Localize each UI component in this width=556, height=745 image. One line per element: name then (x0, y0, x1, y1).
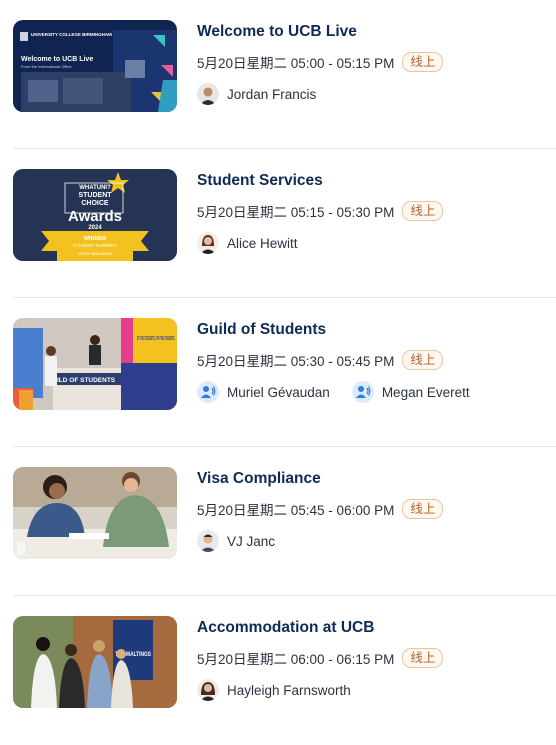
thumb-banner1: WINNER (84, 236, 106, 242)
speaker[interactable]: VJ Janc (197, 530, 275, 552)
session-list: UNIVERSITY COLLEGE BIRMINGHAM Welcome to… (0, 0, 556, 745)
thumb-poster: BY THE STUDENTS, FOR THE STUDENTS. (137, 336, 175, 342)
speaker-name: Jordan Francis (227, 86, 317, 102)
speaker-name: VJ Janc (227, 533, 276, 549)
session-time: 5月20日星期二 05:00 - 05:15 PM (197, 56, 395, 71)
session-title[interactable]: Accommodation at UCB (197, 618, 546, 638)
session-title[interactable]: Student Services (197, 171, 546, 191)
online-badge: 线上 (402, 648, 444, 668)
speaker[interactable]: Megan Everett (351, 381, 470, 403)
thumb-top-text: WHATUNI? (79, 185, 111, 191)
session-time: 5月20日星期二 05:15 - 05:30 PM (197, 205, 395, 220)
speaker-avatar (197, 679, 219, 701)
speaker-name: Muriel Gévaudan (227, 384, 330, 400)
thumb-sign: ILD OF STUDENTS (57, 377, 116, 384)
session-thumbnail[interactable]: ILD OF STUDENTS BY THE STUDENTS, FOR THE… (13, 318, 177, 410)
session-thumbnail[interactable]: UNIVERSITY COLLEGE BIRMINGHAM Welcome to… (13, 20, 177, 112)
thumb-line2: STUDENT (78, 192, 112, 199)
session-item[interactable]: Visa Compliance 5月20日星期二 05:45 - 06:00 P… (0, 447, 556, 596)
thumb-banner2: STUDENT SUPPORT (73, 243, 117, 248)
online-badge: 线上 (402, 201, 444, 221)
thumb-line3: CHOICE (81, 200, 109, 207)
thumb-logo-text: UNIVERSITY COLLEGE BIRMINGHAM (31, 32, 112, 37)
session-item[interactable]: ILD OF STUDENTS BY THE STUDENTS, FOR THE… (0, 298, 556, 447)
session-item[interactable]: WHATUNI? STUDENT CHOICE Awards 2024 WINN… (0, 149, 556, 298)
speaker-avatar (197, 530, 219, 552)
thumb-subline: From the International Office (21, 64, 72, 69)
speaker-avatar (197, 83, 219, 105)
thumb-banner3: WEST MIDLANDS (78, 251, 112, 256)
session-title[interactable]: Welcome to UCB Live (197, 22, 546, 42)
speaker-name: Megan Everett (381, 384, 470, 400)
speaker-voice-icon (351, 381, 374, 403)
speaker-avatar (197, 232, 219, 254)
session-time: 5月20日星期二 06:00 - 06:15 PM (197, 652, 395, 667)
speaker[interactable]: Hayleigh Farnsworth (197, 679, 351, 701)
session-thumbnail[interactable]: WHATUNI? STUDENT CHOICE Awards 2024 WINN… (13, 169, 177, 261)
session-title[interactable]: Visa Compliance (197, 469, 546, 489)
thumb-big-text: Awards (68, 208, 122, 225)
session-item[interactable]: UNIVERSITY COLLEGE BIRMINGHAM Welcome to… (0, 0, 556, 149)
speaker-name: Alice Hewitt (227, 235, 298, 251)
online-badge: 线上 (402, 350, 444, 370)
speaker-voice-icon (197, 381, 219, 403)
session-time: 5月20日星期二 05:45 - 06:00 PM (197, 503, 395, 518)
speaker[interactable]: Alice Hewitt (197, 232, 298, 254)
session-item[interactable]: THE MALTINGS Accommodation at UCB 5月20日星… (0, 596, 556, 745)
online-badge: 线上 (402, 499, 444, 519)
session-title[interactable]: Guild of Students (197, 320, 546, 340)
speaker[interactable]: Muriel Gévaudan (197, 381, 330, 403)
speaker[interactable]: Jordan Francis (197, 83, 316, 105)
speaker-name: Hayleigh Farnsworth (227, 682, 351, 698)
thumb-headline: Welcome to UCB Live (21, 56, 93, 63)
online-badge: 线上 (402, 52, 444, 72)
session-thumbnail[interactable] (13, 467, 177, 559)
session-time: 5月20日星期二 05:30 - 05:45 PM (197, 354, 395, 369)
thumb-year: 2024 (88, 225, 102, 231)
session-thumbnail[interactable]: THE MALTINGS (13, 616, 177, 708)
